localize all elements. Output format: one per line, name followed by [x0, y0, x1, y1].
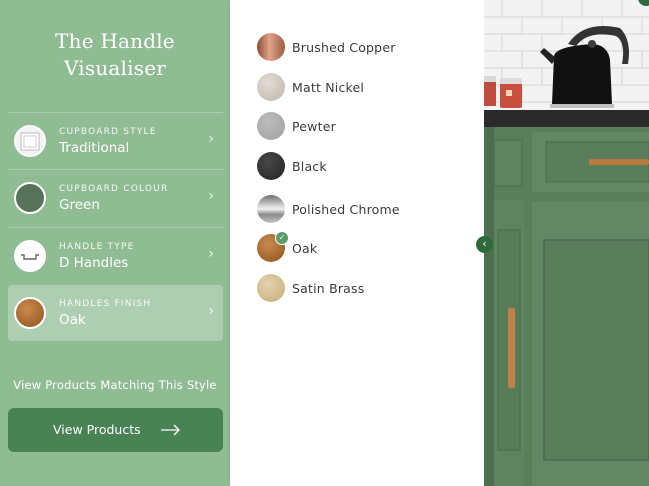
finish-label: Black [292, 159, 327, 174]
finish-label: Polished Chrome [292, 202, 400, 217]
handles-finish-label: Handles Finish [59, 299, 152, 309]
polished-chrome-swatch [257, 195, 285, 223]
cupboard-style-value: Traditional [59, 140, 130, 156]
menu-item-cupboard-colour[interactable]: Cupboard Colour Green › [8, 169, 223, 225]
finish-option-black[interactable]: Black [257, 152, 477, 182]
brushed-copper-swatch [257, 33, 285, 61]
finish-option-satin-brass[interactable]: Satin Brass [257, 274, 477, 304]
cupboard-colour-label: Cupboard Colour [59, 184, 169, 194]
finish-option-matt-nickel[interactable]: Matt Nickel [257, 73, 477, 103]
cupboard-colour-value: Green [59, 197, 100, 213]
finish-option-brushed-copper[interactable]: Brushed Copper [257, 33, 477, 63]
arrow-right-icon [161, 424, 180, 436]
finish-option-oak[interactable]: ✓ Oak [257, 231, 477, 264]
finish-label: Pewter [292, 119, 336, 134]
finish-options-panel: Brushed Copper Matt Nickel Pewter Black … [230, 0, 484, 486]
finish-label: Satin Brass [292, 281, 365, 296]
finish-option-pewter[interactable]: Pewter [257, 112, 477, 142]
cupboard-colour-swatch [14, 182, 46, 214]
title-line-2: Visualiser [63, 56, 166, 80]
menu-item-cupboard-style[interactable]: Cupboard Style Traditional › [8, 112, 223, 168]
view-products-button[interactable]: View Products [8, 408, 223, 452]
cupboard-style-label: Cupboard Style [59, 127, 157, 137]
menu-item-handle-type[interactable]: Handle Type D Handles › [8, 227, 223, 283]
pewter-swatch [257, 112, 285, 140]
finish-label: Matt Nickel [292, 80, 365, 95]
sidebar: The Handle Visualiser Cupboard Style Tra… [0, 0, 230, 486]
d-handle-icon [14, 240, 46, 272]
menu-item-handles-finish[interactable]: Handles Finish Oak › [8, 285, 223, 341]
kitchen-preview [484, 0, 649, 486]
handle-type-label: Handle Type [59, 242, 135, 252]
kitchen-preview-image [484, 0, 649, 486]
view-products-label: View Products [53, 422, 141, 437]
finish-label: Brushed Copper [292, 40, 396, 55]
collapse-panel-button[interactable]: ‹ [476, 236, 493, 253]
chevron-right-icon: › [208, 131, 214, 147]
chevron-right-icon: › [208, 303, 214, 319]
black-swatch [257, 152, 285, 180]
satin-brass-swatch [257, 274, 285, 302]
app-title: The Handle Visualiser [0, 28, 230, 82]
chevron-right-icon: › [208, 246, 214, 262]
view-matching-products-link[interactable]: View Products Matching This Style [0, 378, 230, 392]
handle-type-value: D Handles [59, 255, 129, 271]
check-icon: ✓ [275, 231, 289, 245]
chevron-right-icon: › [208, 188, 214, 204]
finish-label: Oak [292, 241, 318, 256]
matt-nickel-swatch [257, 73, 285, 101]
title-line-1: The Handle [55, 29, 175, 53]
handles-finish-value: Oak [59, 312, 86, 328]
finish-option-polished-chrome[interactable]: Polished Chrome [257, 195, 477, 225]
cupboard-style-thumbnail [14, 125, 46, 157]
handles-finish-swatch [14, 297, 46, 329]
